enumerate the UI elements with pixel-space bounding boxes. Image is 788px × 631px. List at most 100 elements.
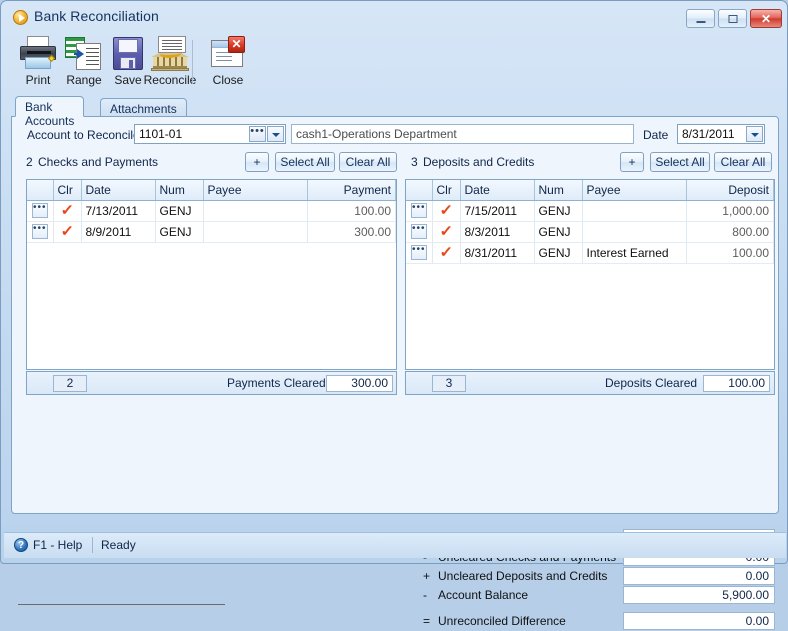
- summary-label: Account Balance: [438, 588, 529, 602]
- printer-icon: [18, 36, 58, 72]
- window-title: Bank Reconciliation: [34, 8, 159, 24]
- num-cell: GENJ: [534, 221, 583, 243]
- row-selector-cell[interactable]: •••: [406, 221, 433, 243]
- account-name-field: cash1-Operations Department: [291, 124, 634, 144]
- maximize-button[interactable]: [718, 9, 747, 28]
- checks-cleared-count: 2: [53, 375, 87, 392]
- reconcile-button[interactable]: Reconcile: [142, 34, 198, 92]
- date-cell: 7/13/2011: [81, 200, 156, 222]
- account-combo[interactable]: 1101-01 •••: [134, 124, 286, 144]
- summary-op: =: [423, 614, 431, 628]
- payments-cleared-label: Payments Cleared: [227, 376, 326, 390]
- deposits-title: Deposits and Credits: [423, 155, 535, 169]
- summary-row-uncleared-deposits: + Uncleared Deposits and Credits 0.00: [405, 567, 775, 586]
- cleared-cell[interactable]: ✓: [53, 221, 82, 243]
- checks-count: 2: [26, 155, 33, 169]
- deposits-grid[interactable]: Clr Date Num Payee Deposit ••• ✓ 7/15/20…: [405, 179, 775, 370]
- unreconciled-difference-field: 0.00: [623, 612, 775, 630]
- row-selector-cell[interactable]: •••: [27, 200, 54, 222]
- account-input[interactable]: 1101-01: [135, 127, 249, 141]
- table-row[interactable]: ••• ✓ 8/9/2011 GENJ 300.00: [27, 221, 396, 243]
- row-menu-icon[interactable]: •••: [410, 245, 427, 261]
- date-chevron-down-icon[interactable]: [746, 126, 763, 142]
- row-selector-cell[interactable]: •••: [27, 221, 54, 243]
- checks-col-date[interactable]: Date: [81, 180, 156, 201]
- summary-op: +: [423, 569, 431, 583]
- row-selector-cell[interactable]: •••: [406, 242, 433, 264]
- date-cell: 7/15/2011: [460, 200, 535, 222]
- deposits-count: 3: [411, 155, 418, 169]
- payee-cell: [203, 221, 308, 243]
- date-combo[interactable]: 8/31/2011: [677, 124, 765, 144]
- check-icon: ✓: [439, 201, 453, 219]
- checks-clear-all-button[interactable]: Clear All: [339, 152, 397, 172]
- help-icon[interactable]: ?: [14, 538, 28, 552]
- toolbar-separator: [192, 40, 193, 84]
- checks-header-row: Clr Date Num Payee Payment: [27, 180, 396, 201]
- payment-cell: 100.00: [307, 200, 396, 222]
- row-selector-cell[interactable]: •••: [406, 200, 433, 222]
- deposits-add-button[interactable]: +: [620, 152, 644, 172]
- row-menu-icon[interactable]: •••: [410, 224, 427, 240]
- deposits-header-row: Clr Date Num Payee Deposit: [406, 180, 774, 201]
- status-message: Ready: [101, 538, 136, 552]
- check-icon: ✓: [60, 201, 74, 219]
- help-label[interactable]: F1 - Help: [33, 538, 82, 552]
- toolbar: Print Range Save Reconcile ✕ Close: [4, 32, 786, 94]
- tab-attachments[interactable]: Attachments: [100, 98, 187, 117]
- check-icon: ✓: [60, 222, 74, 240]
- deposits-section-header: 3 Deposits and Credits + Select All Clea…: [397, 152, 777, 174]
- checks-col-payee[interactable]: Payee: [203, 180, 308, 201]
- date-input[interactable]: 8/31/2011: [678, 127, 746, 141]
- summary-row-unreconciled-difference: = Unreconciled Difference 0.00: [405, 605, 775, 631]
- deposit-cell: 1,000.00: [686, 200, 774, 222]
- account-to-reconcile-label: Account to Reconcile: [27, 128, 140, 142]
- payee-cell: [582, 200, 687, 222]
- payee-cell: [203, 200, 308, 222]
- date-cell: 8/9/2011: [81, 221, 156, 243]
- account-chevron-down-icon[interactable]: [267, 126, 284, 142]
- deposits-select-all-button[interactable]: Select All: [650, 152, 710, 172]
- content-area: Bank Accounts Attachments Account to Rec…: [11, 96, 779, 630]
- deposits-cleared-count: 3: [432, 375, 466, 392]
- deposits-col-clr[interactable]: Clr: [432, 180, 461, 201]
- deposits-cleared-value: 100.00: [703, 375, 770, 392]
- account-lookup-icon[interactable]: •••: [249, 126, 266, 142]
- num-cell: GENJ: [534, 200, 583, 222]
- table-row[interactable]: ••• ✓ 8/31/2011 GENJ Interest Earned 100…: [406, 242, 774, 264]
- summary-row-account-balance: - Account Balance 5,900.00: [405, 586, 775, 605]
- reconcile-button-label: Reconcile: [143, 73, 197, 87]
- deposits-col-num[interactable]: Num: [534, 180, 583, 201]
- deposit-cell: 800.00: [686, 221, 774, 243]
- table-row[interactable]: ••• ✓ 7/15/2011 GENJ 1,000.00: [406, 200, 774, 222]
- row-menu-icon[interactable]: •••: [31, 224, 48, 240]
- checks-grid[interactable]: Clr Date Num Payee Payment ••• ✓ 7/13/20…: [26, 179, 397, 370]
- cleared-cell[interactable]: ✓: [432, 242, 461, 264]
- table-row[interactable]: ••• ✓ 7/13/2011 GENJ 100.00: [27, 200, 396, 222]
- uncleared-deposits-field: 0.00: [623, 567, 775, 585]
- checks-select-all-button[interactable]: Select All: [275, 152, 335, 172]
- checks-col-payment[interactable]: Payment: [307, 180, 396, 201]
- deposits-clear-all-button[interactable]: Clear All: [714, 152, 772, 172]
- close-toolbar-button[interactable]: ✕ Close: [200, 34, 256, 92]
- payee-cell: [582, 221, 687, 243]
- deposits-col-payee[interactable]: Payee: [582, 180, 687, 201]
- row-menu-icon[interactable]: •••: [410, 203, 427, 219]
- close-button[interactable]: ✕: [750, 9, 782, 28]
- checks-add-button[interactable]: +: [245, 152, 269, 172]
- checks-section-header: 2 Checks and Payments + Select All Clear…: [12, 152, 397, 174]
- checks-col-clr[interactable]: Clr: [53, 180, 82, 201]
- cleared-cell[interactable]: ✓: [432, 200, 461, 222]
- checks-col-select[interactable]: [27, 180, 54, 201]
- close-window-icon: ✕: [208, 36, 248, 72]
- deposits-col-date[interactable]: Date: [460, 180, 535, 201]
- deposits-col-deposit[interactable]: Deposit: [686, 180, 774, 201]
- cleared-cell[interactable]: ✓: [53, 200, 82, 222]
- tab-bank-accounts[interactable]: Bank Accounts: [15, 96, 85, 128]
- row-menu-icon[interactable]: •••: [31, 203, 48, 219]
- table-row[interactable]: ••• ✓ 8/3/2011 GENJ 800.00: [406, 221, 774, 243]
- checks-col-num[interactable]: Num: [155, 180, 204, 201]
- cleared-cell[interactable]: ✓: [432, 221, 461, 243]
- deposits-col-select[interactable]: [406, 180, 433, 201]
- minimize-button[interactable]: [686, 9, 715, 28]
